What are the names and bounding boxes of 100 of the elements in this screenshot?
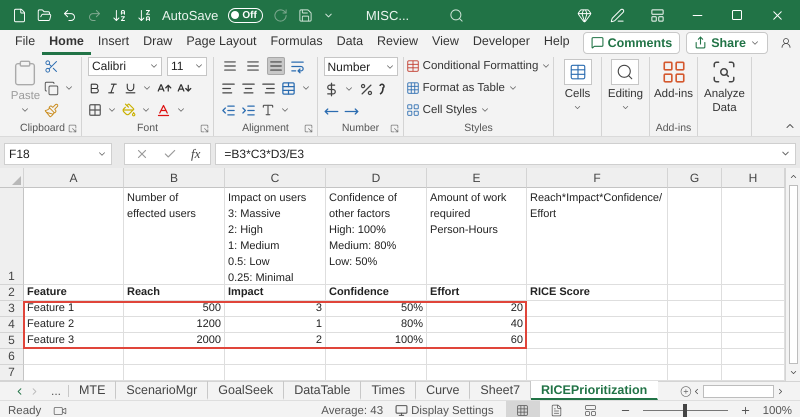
font-color-icon[interactable] bbox=[156, 102, 171, 118]
ribbon-display-icon[interactable] bbox=[650, 8, 664, 22]
number-format-field[interactable]: Number bbox=[324, 57, 398, 76]
sort-ascending-icon[interactable] bbox=[112, 8, 127, 22]
launcher-icon[interactable] bbox=[68, 124, 77, 133]
ribbon-tab[interactable]: Review bbox=[370, 30, 426, 54]
row-header[interactable]: 6 bbox=[0, 349, 24, 365]
empty-cell[interactable] bbox=[668, 301, 722, 317]
empty-cell[interactable] bbox=[527, 317, 668, 333]
redo-icon[interactable] bbox=[87, 8, 102, 22]
column-header[interactable]: A bbox=[24, 168, 124, 188]
tiles-icon[interactable] bbox=[406, 103, 420, 117]
launcher-icon[interactable] bbox=[304, 124, 313, 133]
align-right-icon[interactable] bbox=[260, 80, 276, 96]
button-label[interactable]: Add-ins bbox=[654, 87, 693, 101]
indent-increase-icon[interactable] bbox=[240, 102, 256, 118]
launcher-icon[interactable] bbox=[390, 124, 399, 133]
formula-field[interactable]: =B3*C3*D3/E3 bbox=[215, 142, 796, 164]
empty-cell[interactable] bbox=[668, 317, 722, 333]
ribbon-tab[interactable]: Page Layout bbox=[179, 30, 264, 54]
italic-icon[interactable] bbox=[106, 82, 119, 94]
undo-icon[interactable] bbox=[62, 8, 77, 22]
column-header[interactable]: G bbox=[668, 168, 722, 188]
caret-icon[interactable] bbox=[620, 103, 630, 112]
maximize-icon[interactable] bbox=[731, 9, 743, 21]
column-header[interactable]: E bbox=[427, 168, 527, 188]
bold-icon[interactable] bbox=[88, 82, 101, 94]
diamond-icon[interactable] bbox=[577, 8, 592, 22]
view-button[interactable] bbox=[506, 401, 540, 417]
fill-color-icon[interactable] bbox=[122, 103, 136, 117]
empty-cell[interactable] bbox=[527, 349, 668, 365]
font-name-field[interactable]: Calibri bbox=[88, 56, 162, 76]
sheet-tab[interactable]: RICEPrioritization bbox=[531, 381, 658, 400]
launcher-icon[interactable] bbox=[200, 124, 209, 133]
scroll-down-icon[interactable] bbox=[788, 368, 798, 377]
empty-cell[interactable] bbox=[124, 349, 225, 365]
orientation-icon[interactable] bbox=[260, 103, 274, 117]
ribbon-tab[interactable]: Formulas bbox=[264, 30, 330, 54]
scroll-right-icon[interactable] bbox=[776, 386, 785, 396]
brush-icon[interactable] bbox=[44, 102, 60, 118]
refresh-icon[interactable] bbox=[272, 8, 288, 22]
underline-icon[interactable] bbox=[124, 82, 137, 94]
empty-cell[interactable] bbox=[527, 333, 668, 349]
scissors-icon[interactable] bbox=[44, 58, 60, 74]
ribbon-tab[interactable]: View bbox=[425, 30, 466, 54]
ribbon-tab[interactable]: Data bbox=[330, 30, 370, 54]
new-file-icon[interactable] bbox=[12, 8, 27, 22]
column-header[interactable]: H bbox=[722, 168, 785, 188]
copy-icon[interactable] bbox=[44, 80, 60, 96]
styles-menu-label[interactable]: Cell Styles bbox=[422, 104, 477, 116]
insert-function-button[interactable]: fx bbox=[191, 146, 200, 162]
empty-cell[interactable] bbox=[668, 349, 722, 365]
empty-cell[interactable] bbox=[326, 349, 427, 365]
empty-cell[interactable] bbox=[527, 301, 668, 317]
zoom-slider-thumb[interactable] bbox=[683, 404, 688, 417]
comma-icon[interactable] bbox=[378, 83, 384, 95]
row-header[interactable]: 4 bbox=[0, 317, 24, 333]
ribbon-tab[interactable]: Help bbox=[536, 30, 577, 54]
scrollbar-thumb[interactable] bbox=[703, 384, 774, 398]
zoom-in-icon[interactable] bbox=[740, 405, 751, 416]
share-button[interactable]: Share bbox=[686, 32, 768, 54]
comments-button[interactable]: Comments bbox=[582, 32, 680, 54]
indent-decrease-icon[interactable] bbox=[220, 102, 236, 118]
column-header[interactable]: F bbox=[527, 168, 668, 188]
add-sheet-icon[interactable] bbox=[680, 384, 692, 398]
ribbon-tab[interactable]: Developer bbox=[466, 30, 537, 54]
sort-descending-icon[interactable] bbox=[137, 8, 152, 22]
grid-icon[interactable] bbox=[406, 81, 420, 95]
button-label[interactable]: Analyze Data bbox=[704, 87, 745, 115]
align-left-icon[interactable] bbox=[220, 80, 236, 96]
wrap-text-icon[interactable] bbox=[290, 58, 304, 74]
display-settings-button[interactable]: Display Settings bbox=[395, 404, 494, 417]
more-sheets-button[interactable]: ... bbox=[44, 385, 70, 397]
vertical-align-button[interactable] bbox=[266, 57, 284, 75]
folder-icon[interactable] bbox=[37, 8, 52, 22]
search-icon[interactable] bbox=[449, 8, 464, 22]
caret-icon[interactable] bbox=[573, 103, 582, 112]
styles-menu-label[interactable]: Format as Table bbox=[422, 82, 505, 94]
save-icon[interactable] bbox=[298, 8, 313, 22]
name-box[interactable]: F18 bbox=[4, 142, 112, 164]
ribbon-tab[interactable]: Insert bbox=[90, 30, 136, 54]
ribbon-tab[interactable]: Draw bbox=[136, 30, 180, 54]
empty-cell[interactable] bbox=[668, 285, 722, 301]
pen-icon[interactable] bbox=[610, 8, 624, 22]
table-icon[interactable] bbox=[406, 59, 420, 73]
ribbon-tab[interactable]: File bbox=[8, 30, 42, 54]
autosave-toggle[interactable]: Off bbox=[228, 8, 263, 22]
scroll-up-icon[interactable] bbox=[788, 172, 798, 181]
empty-cell[interactable] bbox=[668, 333, 722, 349]
borders-icon[interactable] bbox=[88, 103, 102, 117]
button-label[interactable]: Cells bbox=[564, 87, 590, 101]
row-header[interactable]: 5 bbox=[0, 333, 24, 349]
row-header[interactable]: 1 bbox=[0, 188, 24, 285]
font-size-field[interactable]: 11 bbox=[167, 56, 207, 76]
row-header[interactable]: 2 bbox=[0, 285, 24, 301]
merge-icon[interactable] bbox=[280, 80, 296, 96]
styles-menu-label[interactable]: Conditional Formatting bbox=[422, 60, 538, 72]
align-center-icon[interactable] bbox=[240, 80, 256, 96]
row-header[interactable]: 3 bbox=[0, 301, 24, 317]
row-header[interactable]: 7 bbox=[0, 365, 24, 381]
